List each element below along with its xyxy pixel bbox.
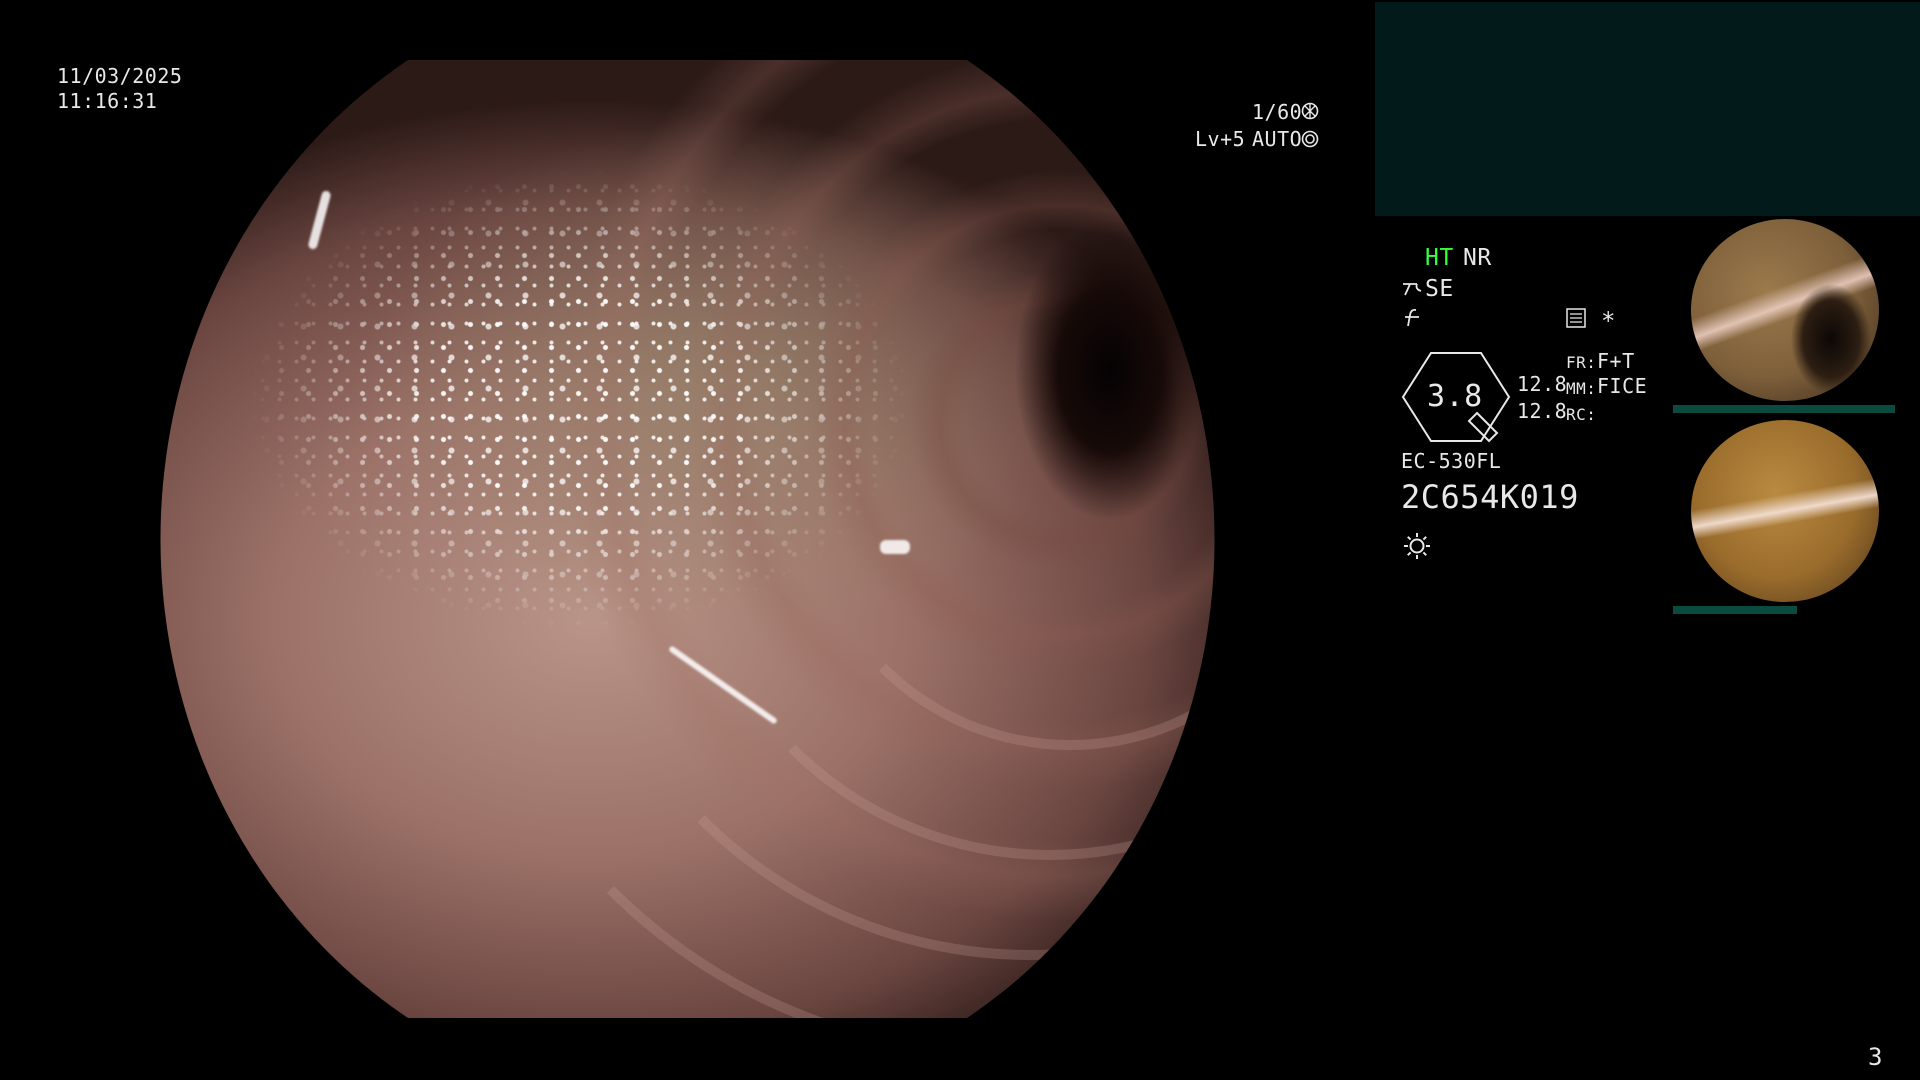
light-icon [1402, 531, 1432, 561]
sharpness-icon [1402, 307, 1422, 329]
mm-label: MM: [1566, 379, 1597, 398]
captured-thumbnail[interactable] [1691, 219, 1879, 401]
mucosal-fold [440, 60, 1215, 1018]
info-box [1375, 2, 1920, 216]
endoscopic-image [160, 60, 1215, 1018]
date-label: 11/03/2025 [57, 64, 183, 88]
value-1: 12.8 [1517, 372, 1568, 396]
light-glare [880, 540, 910, 554]
nr-indicator: NR [1463, 245, 1492, 271]
ht-indicator: HT [1425, 245, 1454, 271]
shutter-value: 1/60 [1252, 100, 1303, 124]
structure-enhance-icon [1401, 279, 1425, 297]
thumbnail-bar [1673, 405, 1895, 413]
scope-serial: 2C654K019 [1401, 478, 1579, 516]
level-value: Lv+5 [1195, 127, 1246, 151]
level-mode: AUTO [1252, 127, 1303, 151]
fr-value: F+T [1597, 349, 1635, 373]
time-label: 11:16:31 [57, 89, 158, 113]
memo-icon [1565, 307, 1587, 329]
auto-iris-icon [1301, 130, 1319, 148]
page-number: 3 [1868, 1043, 1883, 1071]
thumbnail-bar [1673, 606, 1797, 614]
zoom-value: 3.8 [1427, 379, 1483, 414]
mm-value: FICE [1597, 374, 1648, 398]
captured-thumbnail[interactable] [1691, 420, 1879, 602]
fr-label: FR: [1566, 353, 1597, 372]
scope-model: EC-530FL [1401, 449, 1502, 473]
se-indicator: SE [1425, 276, 1454, 302]
rc-label: RC: [1566, 405, 1597, 424]
light-glare [307, 189, 332, 251]
asterisk-mark: * [1601, 307, 1616, 335]
value-2: 12.8 [1517, 399, 1568, 423]
shutter-icon [1301, 102, 1319, 120]
